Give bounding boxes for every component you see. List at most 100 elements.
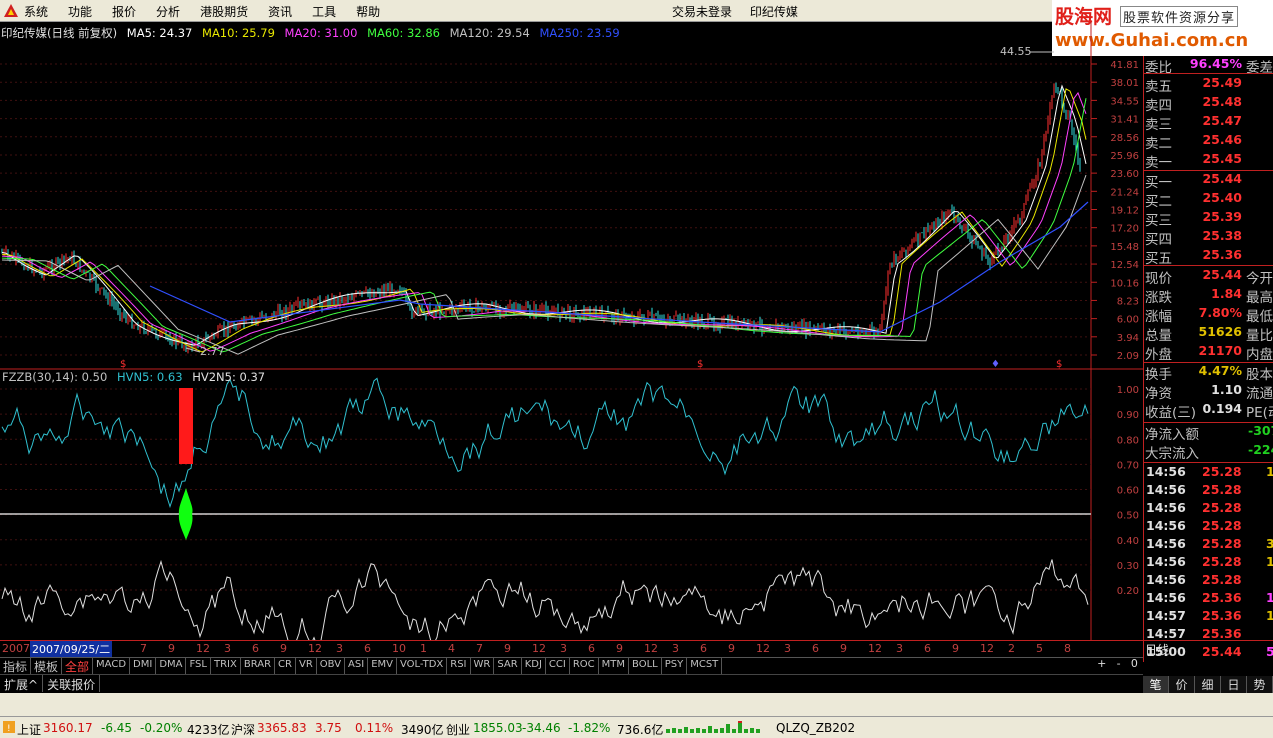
indicator-tab[interactable]: VOL-TDX <box>397 658 448 674</box>
indicator-tab[interactable]: FSL <box>186 658 211 674</box>
tab-expand[interactable]: 扩展^ <box>0 675 44 692</box>
period-label[interactable]: 日线 <box>1143 640 1273 657</box>
menu-item-news[interactable]: 资讯 <box>268 3 292 20</box>
tick-row: 14:56 25.36 13 <box>1144 590 1273 608</box>
indicator-tab[interactable]: TRIX <box>211 658 241 674</box>
indicator-tab[interactable]: CR <box>275 658 296 674</box>
indicator-tab[interactable]: MACD <box>93 658 131 674</box>
indicator-tab[interactable]: DMA <box>156 658 187 674</box>
stat-row: 总量 51626 量比 <box>1144 324 1273 344</box>
hv2n5-line <box>1 559 1089 640</box>
indicator-tab[interactable]: SAR <box>494 658 522 674</box>
event-marker-icon[interactable]: $ <box>697 359 703 370</box>
stat2-extra: PE(动 <box>1246 405 1273 421</box>
tab-trend[interactable]: 势 <box>1247 676 1273 693</box>
server-name[interactable]: QLZQ_ZB202 <box>776 721 855 735</box>
stat2-label: 收益(三) <box>1145 405 1197 421</box>
tick-price: 25.28 <box>1202 482 1242 497</box>
indicator-tab[interactable]: WR <box>471 658 495 674</box>
tick-row: 14:56 25.28 <box>1144 500 1273 518</box>
indicator-tab[interactable]: 模板 <box>31 658 63 674</box>
menu-item-tools[interactable]: 工具 <box>312 3 336 20</box>
tab-tick[interactable]: 笔 <box>1143 676 1169 693</box>
indicator-tab[interactable]: OBV <box>317 658 346 674</box>
menu-item-function[interactable]: 功能 <box>68 3 92 20</box>
svg-text:!: ! <box>7 724 11 733</box>
date-tick: 12 <box>532 642 546 655</box>
indicator-tab[interactable]: ROC <box>570 658 599 674</box>
cy-label[interactable]: 创业 <box>446 721 470 738</box>
stat-extra: 内盘 <box>1246 347 1273 363</box>
zoom-in-button[interactable]: + <box>1097 657 1106 674</box>
event-marker-icon[interactable]: $ <box>1056 359 1062 370</box>
date-tick: 9 <box>280 642 287 655</box>
tab-related-quote[interactable]: 关联报价 <box>43 675 101 692</box>
date-tick: 1 <box>420 642 427 655</box>
date-tick: 3 <box>336 642 343 655</box>
market-breadth-icon <box>666 721 760 733</box>
stat-value: 7.80% <box>1198 305 1242 320</box>
indicator-tab[interactable]: 指标 <box>0 658 32 674</box>
price-axis-label: 8.23 <box>1117 296 1139 307</box>
reset-button[interactable]: 0 <box>1131 657 1138 674</box>
indicator-tab[interactable]: BOLL <box>629 658 662 674</box>
price-axis-label: 3.94 <box>1117 333 1139 344</box>
indicator-tab[interactable]: KDJ <box>522 658 546 674</box>
tab-detail[interactable]: 细 <box>1195 676 1221 693</box>
kline-chart-svg[interactable]: 41.81 38.01 34.55 31.41 28.56 25.96 23.60 21.24… <box>0 22 1143 640</box>
ask-level-row: 卖五 25.49 <box>1144 75 1273 95</box>
event-marker-icon[interactable]: $ <box>120 359 126 370</box>
date-tick: 3 <box>896 642 903 655</box>
ask-level-value: 25.45 <box>1202 151 1242 166</box>
event-marker-icon[interactable]: ♦ <box>991 359 1000 370</box>
indicator-tab[interactable]: BRAR <box>241 658 276 674</box>
menu-item-help[interactable]: 帮助 <box>356 3 380 20</box>
date-tick: 6 <box>364 642 371 655</box>
hv2n5-value: HV2N5: 0.37 <box>192 370 266 384</box>
indicator-tab[interactable]: MCST <box>687 658 723 674</box>
date-tick: 3 <box>672 642 679 655</box>
menu-item-quote[interactable]: 报价 <box>112 3 136 20</box>
login-status[interactable]: 交易未登录 <box>672 5 732 19</box>
indicator-tab[interactable]: RSI <box>447 658 471 674</box>
bid-level-label: 买五 <box>1145 251 1172 267</box>
tick-time: 14:57 <box>1146 608 1186 623</box>
indicator-tab[interactable]: PSY <box>662 658 688 674</box>
bid-level-row: 买三 25.39 <box>1144 209 1273 229</box>
indicator-legend: FZZB(30,14): 0.50 HVN5: 0.63 HV2N5: 0.37 <box>2 370 271 384</box>
flow-row: 净流入额 -307 <box>1144 423 1273 443</box>
tick-price: 25.36 <box>1202 608 1242 623</box>
indicator-tab[interactable]: DMI <box>130 658 157 674</box>
flow-row: 大宗流入 -224 <box>1144 442 1273 462</box>
bid-level-value: 25.36 <box>1202 247 1242 262</box>
tick-vol: 13 <box>1266 590 1273 605</box>
indicator-tab[interactable]: EMV <box>368 658 397 674</box>
tick-time: 14:56 <box>1146 518 1186 533</box>
indicator-tab[interactable]: CCI <box>546 658 570 674</box>
menu-item-analysis[interactable]: 分析 <box>156 3 180 20</box>
date-axis[interactable]: 2007 2007/09/25/二 7 9 12 3 6 9 12 3 6 10 1 4 7 9 12 3 6 9… <box>0 640 1143 657</box>
tab-day[interactable]: 日 <box>1221 676 1247 693</box>
price-axis-label: 28.56 <box>1110 133 1139 144</box>
sz-label[interactable]: 沪深 <box>231 721 255 738</box>
zoom-out-button[interactable]: - <box>1117 657 1121 674</box>
price-axis-label: 6.00 <box>1117 315 1139 326</box>
menu-item-hk-futures[interactable]: 港股期货 <box>200 3 248 20</box>
ma250-value: MA250: 23.59 <box>539 26 620 40</box>
indicator-tab[interactable]: ASI <box>345 658 369 674</box>
sh-change: -6.45 <box>101 721 133 735</box>
tick-price: 25.28 <box>1202 518 1242 533</box>
indicator-tab[interactable]: 全部 <box>62 658 94 674</box>
menu-item-system[interactable]: 系统 <box>24 3 48 20</box>
title-info: 交易未登录 印纪传媒 <box>672 3 812 20</box>
indicator-tab[interactable]: VR <box>296 658 317 674</box>
sh-label[interactable]: 上证 <box>17 721 41 738</box>
kline-chart-area[interactable]: 41.81 38.01 34.55 31.41 28.56 25.96 23.60 21.24… <box>0 22 1143 640</box>
price-axis-label: 25.96 <box>1110 151 1139 162</box>
indicator-name[interactable]: FZZB(30,14) <box>2 370 74 384</box>
sub-tabs: 扩展^ 关联报价 <box>0 674 1143 692</box>
alert-icon[interactable]: ! <box>3 721 15 733</box>
app-logo-icon[interactable] <box>3 3 19 19</box>
tab-price[interactable]: 价 <box>1169 676 1195 693</box>
indicator-tab[interactable]: MTM <box>599 658 630 674</box>
